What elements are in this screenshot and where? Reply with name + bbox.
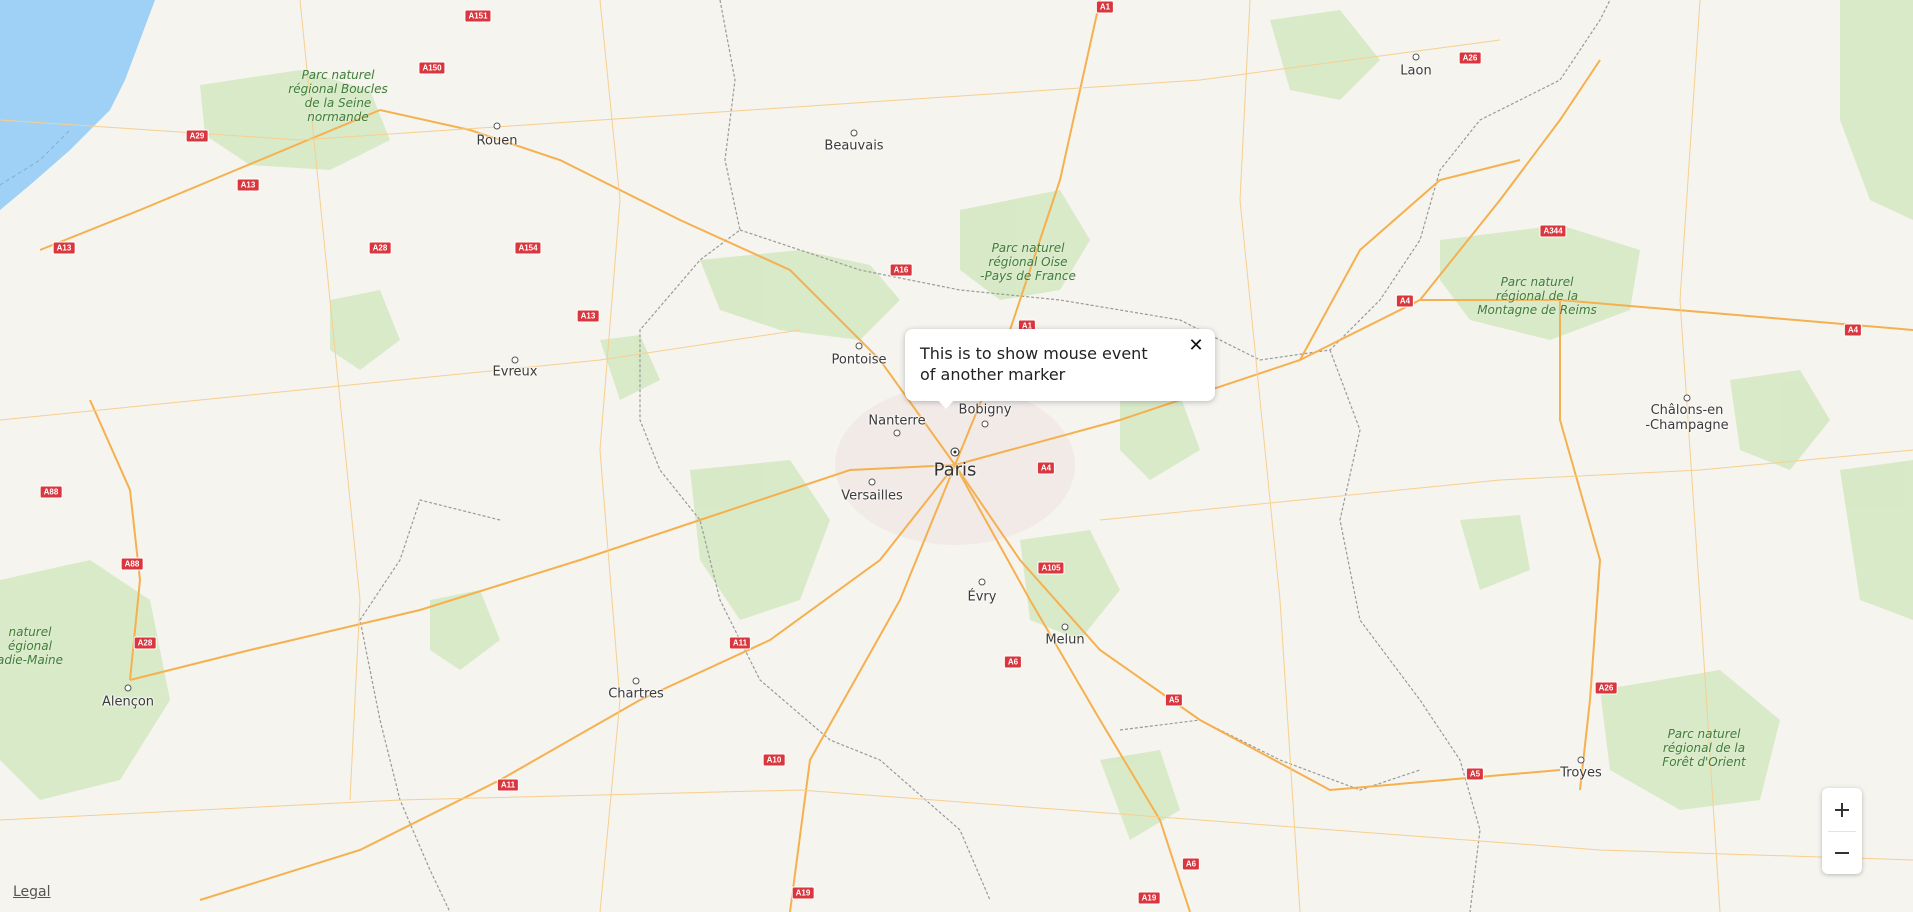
road-shield: A1 — [1095, 0, 1115, 14]
road-shield: A105 — [1037, 561, 1065, 575]
road-shield: A5 — [1164, 693, 1184, 707]
marker-callout: This is to show mouse event of another m… — [905, 329, 1215, 401]
road-shield: A4 — [1395, 294, 1415, 308]
park-label: naturel égional adie-Maine — [0, 625, 64, 667]
park-label: Parc naturel régional Boucles de la Sein… — [288, 68, 388, 124]
minus-icon — [1835, 851, 1849, 854]
city-label: Evreux — [492, 364, 538, 380]
road-shield: A11 — [728, 636, 752, 650]
road-shield: A4 — [1036, 461, 1056, 475]
city-label: Rouen — [476, 133, 518, 149]
road-shield: A10 — [762, 753, 786, 767]
city-label: Beauvais — [824, 138, 884, 154]
city-label: Paris — [933, 459, 977, 481]
city-label: Chartres — [608, 686, 664, 702]
road-shield: A13 — [236, 178, 260, 192]
road-shield: A11 — [496, 778, 520, 792]
city-marker — [868, 478, 876, 486]
road-shield: A344 — [1539, 224, 1567, 238]
road-shield: A4 — [1843, 323, 1863, 337]
city-marker — [632, 677, 640, 685]
road-shield: A19 — [1137, 891, 1161, 905]
zoom-in-button[interactable] — [1822, 788, 1862, 831]
city-label: Alençon — [101, 694, 155, 710]
road-shield: A88 — [120, 557, 144, 571]
city-marker — [1412, 53, 1420, 61]
city-marker — [1683, 394, 1691, 402]
city-label: Nanterre — [868, 413, 926, 429]
road-shield: A28 — [133, 636, 157, 650]
road-shield: A6 — [1003, 655, 1023, 669]
road-shield: A13 — [576, 309, 600, 323]
city-label: Bobigny — [958, 402, 1012, 418]
park-label: Parc naturel régional de la Montagne de … — [1477, 275, 1597, 317]
city-label: Versailles — [841, 488, 903, 504]
city-marker — [124, 684, 132, 692]
city-label: Évry — [967, 589, 997, 605]
city-label: Pontoise — [831, 352, 887, 368]
map-canvas[interactable]: Laon Rouen Beauvais Pontoise Evreux Nanterre B… — [0, 0, 1913, 912]
zoom-control — [1822, 788, 1862, 874]
city-marker — [493, 122, 501, 130]
road-shield: A150 — [418, 61, 446, 75]
road-shield: A88 — [39, 485, 63, 499]
city-marker — [1577, 756, 1585, 764]
road-shield: A5 — [1465, 767, 1485, 781]
city-marker — [978, 578, 986, 586]
road-shield: A19 — [791, 886, 815, 900]
road-shield: A26 — [1594, 681, 1618, 695]
road-shield: A29 — [185, 129, 209, 143]
zoom-out-button[interactable] — [1822, 831, 1862, 874]
road-shield: A151 — [464, 9, 492, 23]
city-marker — [855, 342, 863, 350]
plus-icon — [1835, 802, 1849, 817]
road-shield: A13 — [52, 241, 76, 255]
road-shield: A28 — [368, 241, 392, 255]
city-marker — [893, 429, 901, 437]
park-label: Parc naturel régional Oise -Pays de Fran… — [980, 241, 1076, 283]
callout-pointer — [937, 399, 955, 409]
city-marker — [950, 447, 960, 457]
city-label: Melun — [1045, 632, 1085, 648]
road-shield: A154 — [514, 241, 542, 255]
zoom-divider — [1828, 831, 1856, 832]
city-label: Laon — [1400, 63, 1432, 79]
city-marker — [511, 356, 519, 364]
park-label: Parc naturel régional de la Forêt d'Orie… — [1662, 727, 1746, 769]
city-marker — [850, 129, 858, 137]
road-shield: A6 — [1181, 857, 1201, 871]
city-label: Troyes — [1560, 765, 1602, 781]
callout-text: This is to show mouse event of another m… — [920, 344, 1148, 384]
road-shield: A16 — [889, 263, 913, 277]
city-marker — [1061, 623, 1069, 631]
road-shield: A26 — [1458, 51, 1482, 65]
legal-link[interactable]: Legal — [13, 884, 51, 900]
city-marker — [981, 420, 989, 428]
close-icon[interactable]: ✕ — [1185, 335, 1207, 357]
city-label: Châlons-en -Champagne — [1645, 403, 1729, 433]
